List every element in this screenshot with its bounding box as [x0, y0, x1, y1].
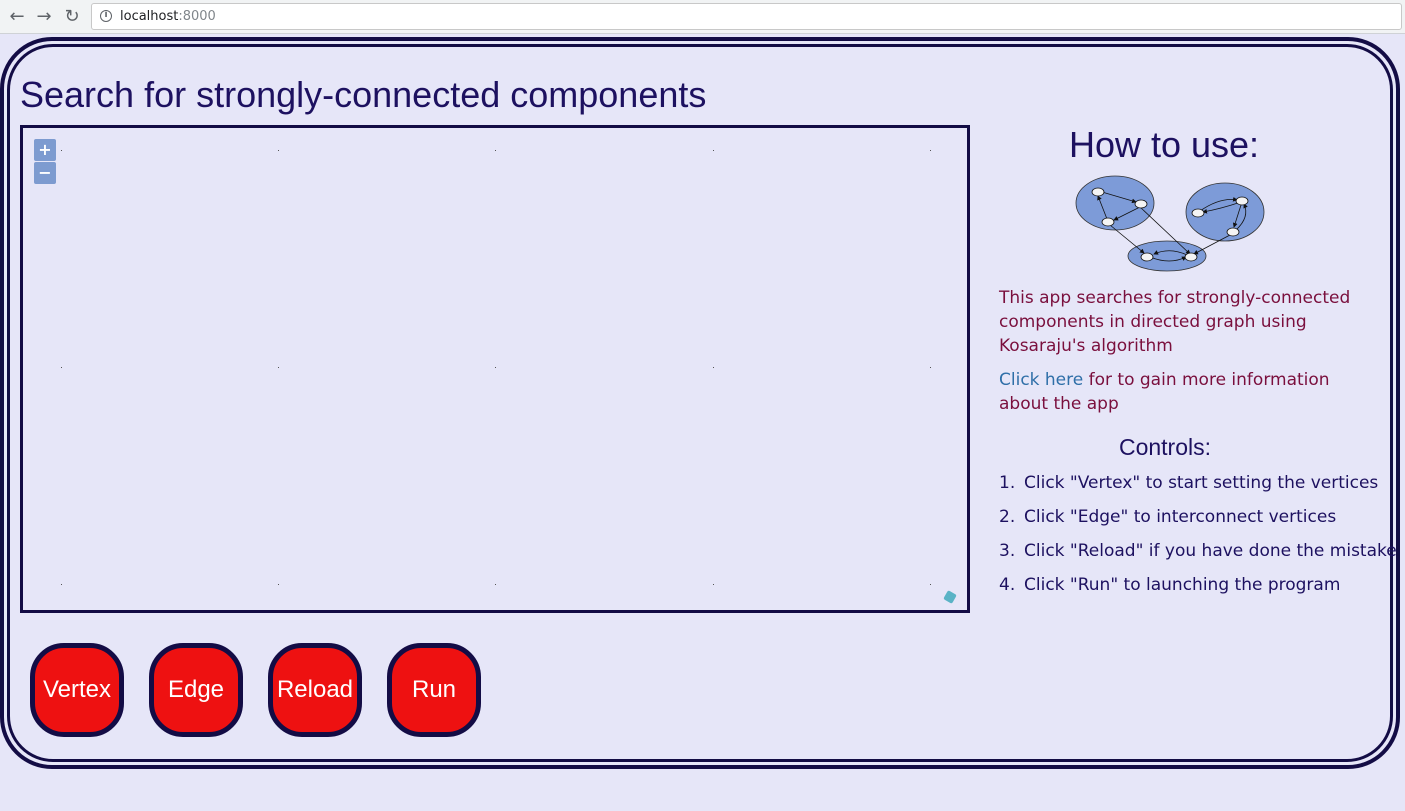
grid-dot	[713, 367, 714, 368]
scc-diagram-image	[1075, 175, 1265, 272]
url-text[interactable]: localhost:8000	[120, 9, 216, 24]
grid-dot	[61, 584, 62, 585]
forward-arrow-icon[interactable]: →	[33, 6, 55, 28]
address-bar[interactable]: i localhost:8000	[91, 3, 1402, 30]
control-item-text: Click "Reload" if you have done the mist…	[1024, 541, 1397, 561]
control-item-text: Click "Vertex" to start setting the vert…	[1024, 473, 1379, 493]
back-arrow-icon[interactable]: ←	[6, 6, 28, 28]
control-item: 4. Click "Run" to launching the program	[999, 572, 1399, 606]
url-port: :8000	[178, 9, 216, 24]
reload-icon[interactable]: ↻	[61, 6, 83, 28]
control-item-text: Click "Edge" to interconnect vertices	[1024, 507, 1337, 527]
grid-dot	[278, 367, 279, 368]
grid-dot	[495, 150, 496, 151]
click-here-link[interactable]: Click here	[999, 370, 1083, 390]
run-button[interactable]: Run	[387, 643, 481, 737]
grid-dot	[61, 150, 62, 151]
grid-dot	[930, 367, 931, 368]
reload-button[interactable]: Reload	[268, 643, 362, 737]
grid-dot	[930, 150, 931, 151]
control-item-text: Click "Run" to launching the program	[1024, 575, 1341, 595]
control-item-number: 3.	[999, 541, 1016, 561]
control-item: 1. Click "Vertex" to start setting the ve…	[999, 470, 1399, 504]
zoom-in-button[interactable]: +	[34, 139, 56, 161]
controls-list: 1. Click "Vertex" to start setting the ve…	[999, 470, 1399, 606]
grid-dot	[278, 150, 279, 151]
zoom-out-button[interactable]: −	[34, 162, 56, 184]
help-title: How to use:	[1068, 124, 1260, 165]
grid-dot	[930, 584, 931, 585]
edge-button[interactable]: Edge	[149, 643, 243, 737]
vertex-button[interactable]: Vertex	[30, 643, 124, 737]
graph-canvas[interactable]: + −	[20, 125, 970, 613]
more-info-text: Click here for to gain more information …	[999, 368, 1359, 416]
app-description: This app searches for strongly-connected…	[999, 288, 1351, 356]
control-item-number: 2.	[999, 507, 1016, 527]
attribution-icon[interactable]	[943, 590, 957, 604]
info-icon[interactable]: i	[100, 10, 112, 22]
control-item-number: 4.	[999, 575, 1016, 595]
controls-title: Controls:	[1118, 434, 1212, 460]
grid-dot	[495, 367, 496, 368]
grid-dot	[713, 584, 714, 585]
control-item-number: 1.	[999, 473, 1016, 493]
control-item: 3. Click "Reload" if you have done the mi…	[999, 538, 1399, 572]
grid-dot	[61, 367, 62, 368]
page-title: Search for strongly-connected components	[20, 74, 707, 115]
zoom-control: + −	[33, 138, 57, 186]
browser-toolbar: ← → ↻ i localhost:8000	[0, 0, 1405, 34]
grid-dot	[278, 584, 279, 585]
control-item: 2. Click "Edge" to interconnect vertices	[999, 504, 1399, 538]
grid-dot	[495, 584, 496, 585]
grid-dot	[713, 150, 714, 151]
url-host: localhost	[120, 9, 179, 24]
